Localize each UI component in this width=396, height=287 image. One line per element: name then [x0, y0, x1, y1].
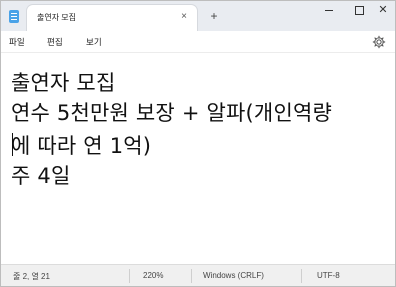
menu-file[interactable]: 파일	[9, 36, 25, 48]
encoding: UTF-8	[317, 271, 340, 280]
text-editor[interactable]: 출연자 모집 연수 5천만원 보장 + 알파(개인역량 에 따라 연 1억) 주…	[1, 54, 395, 262]
tab-close-button[interactable]: ×	[177, 10, 191, 24]
close-window-button[interactable]: ✕	[365, 1, 395, 19]
editor-line: 에 따라 연 1억)	[11, 134, 152, 158]
status-divider	[129, 269, 130, 283]
new-tab-button[interactable]: +	[207, 9, 221, 23]
zoom-level: 220%	[143, 271, 164, 280]
editor-line: 출연자 모집	[11, 71, 116, 95]
menu-bar: 파일 편집 보기	[1, 31, 395, 53]
gear-icon[interactable]	[372, 35, 386, 49]
editor-line: 연수 5천만원 보장 + 알파(개인역량	[11, 101, 333, 125]
status-divider	[301, 269, 302, 283]
editor-line: 주 4일	[11, 164, 71, 188]
notepad-window: 출연자 모집 × + ✕ 파일 편집 보기 출연자 모집 연수 5천만원 보장 …	[0, 0, 396, 287]
status-bar: 줄 2, 열 21 220% Windows (CRLF) UTF-8	[1, 264, 395, 286]
text-caret	[12, 133, 13, 156]
status-divider	[191, 269, 192, 283]
cursor-position: 줄 2, 열 21	[13, 272, 50, 281]
menu-view[interactable]: 보기	[86, 36, 102, 48]
document-tab[interactable]: 출연자 모집 ×	[27, 5, 197, 31]
tab-title: 출연자 모집	[37, 13, 77, 22]
notepad-icon	[9, 10, 19, 23]
menu-edit[interactable]: 편집	[47, 36, 63, 48]
title-bar: 출연자 모집 × + ✕	[1, 1, 395, 31]
line-ending: Windows (CRLF)	[203, 271, 264, 280]
